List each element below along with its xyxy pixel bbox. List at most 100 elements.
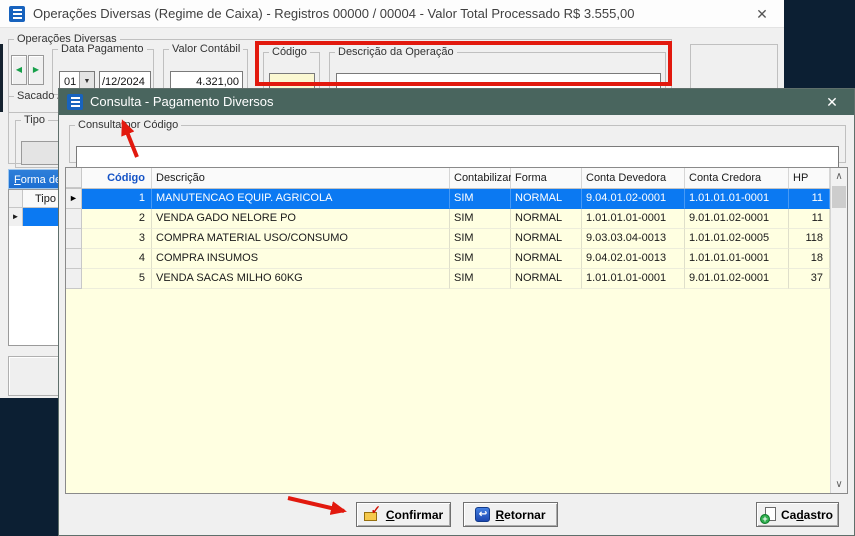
table-row[interactable]: ►1MANUTENCAO EQUIP. AGRICOLASIMNORMAL9.0… — [66, 189, 830, 209]
cell-credora[interactable]: 9.01.01.02-0001 — [685, 269, 789, 289]
column-header-devedora[interactable]: Conta Devedora — [582, 168, 685, 188]
prev-record-button[interactable]: ◀ — [11, 55, 27, 85]
confirmar-button[interactable]: ✓ Confirmar — [356, 502, 451, 527]
cell-codigo[interactable]: 1 — [82, 189, 152, 209]
table-row[interactable]: 5VENDA SACAS MILHO 60KGSIMNORMAL1.01.01.… — [66, 269, 830, 289]
annotation-rectangle — [255, 41, 672, 86]
cell-credora[interactable]: 1.01.01.01-0001 — [685, 249, 789, 269]
desktop: { "colors": { "desktop_bg": "#0c1f33", "… — [0, 0, 855, 536]
row-pointer-icon: ► — [9, 208, 23, 226]
tipo-label: Tipo — [21, 114, 48, 126]
cell-hp[interactable]: 18 — [789, 249, 830, 269]
app-icon — [9, 6, 25, 22]
table-row[interactable]: 4COMPRA INSUMOSSIMNORMAL9.04.02.01-00131… — [66, 249, 830, 269]
form-glyph — [71, 97, 80, 107]
cadastro-button[interactable]: + Cadastro — [756, 502, 839, 527]
cell-contabilizar[interactable]: SIM — [450, 229, 511, 249]
dialog-title: Consulta - Pagamento Diversos — [90, 89, 274, 115]
valor-contabil-label: Valor Contábil — [169, 43, 243, 55]
cell-devedora[interactable]: 9.04.01.02-0001 — [582, 189, 685, 209]
marker-column-header — [66, 168, 82, 188]
cell-codigo[interactable]: 5 — [82, 269, 152, 289]
cell-forma[interactable]: NORMAL — [511, 209, 582, 229]
next-record-button[interactable]: ▶ — [28, 55, 44, 85]
column-header-hp[interactable]: HP — [789, 168, 830, 188]
cell-credora[interactable]: 1.01.01.02-0005 — [685, 229, 789, 249]
group-extra — [690, 44, 778, 92]
table-row[interactable]: 2VENDA GADO NELORE POSIMNORMAL1.01.01.01… — [66, 209, 830, 229]
cell-forma[interactable]: NORMAL — [511, 229, 582, 249]
cell-contabilizar[interactable]: SIM — [450, 249, 511, 269]
grid-header: CódigoDescriçãoContabilizarFormaConta De… — [66, 168, 830, 189]
consulta-codigo-label: Consulta por Código — [75, 119, 181, 131]
mini-marker-header — [9, 190, 23, 207]
cell-codigo[interactable]: 2 — [82, 209, 152, 229]
cell-descricao[interactable]: VENDA SACAS MILHO 60KG — [152, 269, 450, 289]
column-header-forma[interactable]: Forma — [511, 168, 582, 188]
sacado-label: Sacado / — [14, 90, 63, 102]
return-icon: ↩ — [475, 507, 490, 522]
form-glyph — [13, 9, 22, 19]
cell-forma[interactable]: NORMAL — [511, 269, 582, 289]
row-marker — [66, 209, 82, 229]
table-row[interactable]: 3COMPRA MATERIAL USO/CONSUMOSIMNORMAL9.0… — [66, 229, 830, 249]
cell-devedora[interactable]: 1.01.01.01-0001 — [582, 269, 685, 289]
new-record-icon: + — [762, 507, 776, 522]
confirmar-label: Confirmar — [386, 508, 443, 522]
consulta-dialog: Consulta - Pagamento Diversos ✕ Consulta… — [58, 88, 855, 536]
grid-main: CódigoDescriçãoContabilizarFormaConta De… — [66, 168, 830, 493]
cell-codigo[interactable]: 4 — [82, 249, 152, 269]
operations-grid: CódigoDescriçãoContabilizarFormaConta De… — [65, 167, 848, 494]
prev-arrow-icon: ◀ — [16, 66, 22, 74]
dialog-close-icon[interactable]: ✕ — [822, 89, 842, 115]
scrollbar-thumb[interactable] — [832, 186, 846, 208]
main-titlebar: Operações Diversas (Regime de Caixa) - R… — [0, 0, 784, 28]
cell-descricao[interactable]: COMPRA INSUMOS — [152, 249, 450, 269]
cell-credora[interactable]: 1.01.01.01-0001 — [685, 189, 789, 209]
cell-hp[interactable]: 118 — [789, 229, 830, 249]
cell-descricao[interactable]: COMPRA MATERIAL USO/CONSUMO — [152, 229, 450, 249]
row-marker: ► — [66, 189, 82, 209]
cell-devedora[interactable]: 9.04.02.01-0013 — [582, 249, 685, 269]
dialog-titlebar: Consulta - Pagamento Diversos ✕ — [59, 89, 854, 115]
row-marker — [66, 269, 82, 289]
forma-header-rest: orma de — [21, 174, 61, 186]
cell-descricao[interactable]: VENDA GADO NELORE PO — [152, 209, 450, 229]
column-header-credora[interactable]: Conta Credora — [685, 168, 789, 188]
column-header-contabilizar[interactable]: Contabilizar — [450, 168, 511, 188]
data-pagamento-label: Data Pagamento — [58, 43, 147, 55]
retornar-button[interactable]: ↩ Retornar — [463, 502, 558, 527]
scroll-down-icon[interactable]: ∨ — [831, 476, 847, 493]
retornar-label: Retornar — [495, 508, 545, 522]
row-marker — [66, 249, 82, 269]
group-consulta-codigo: Consulta por Código — [69, 119, 846, 163]
cell-hp[interactable]: 37 — [789, 269, 830, 289]
cell-descricao[interactable]: MANUTENCAO EQUIP. AGRICOLA — [152, 189, 450, 209]
main-window-title: Operações Diversas (Regime de Caixa) - R… — [33, 0, 634, 28]
plus-icon: + — [760, 514, 770, 524]
dialog-icon — [67, 94, 83, 110]
cell-credora[interactable]: 9.01.01.02-0001 — [685, 209, 789, 229]
cell-forma[interactable]: NORMAL — [511, 249, 582, 269]
row-marker — [66, 229, 82, 249]
scroll-up-icon[interactable]: ∧ — [831, 168, 847, 185]
next-arrow-icon: ▶ — [33, 66, 39, 74]
main-close-icon[interactable]: ✕ — [750, 0, 774, 28]
search-input[interactable] — [76, 146, 839, 168]
cell-hp[interactable]: 11 — [789, 209, 830, 229]
cell-codigo[interactable]: 3 — [82, 229, 152, 249]
column-header-descricao[interactable]: Descrição — [152, 168, 450, 188]
cell-devedora[interactable]: 9.03.03.04-0013 — [582, 229, 685, 249]
grid-body: ►1MANUTENCAO EQUIP. AGRICOLASIMNORMAL9.0… — [66, 189, 830, 289]
cell-contabilizar[interactable]: SIM — [450, 209, 511, 229]
forma-header-key: F — [14, 174, 21, 186]
cell-hp[interactable]: 11 — [789, 189, 830, 209]
cell-contabilizar[interactable]: SIM — [450, 189, 511, 209]
cell-devedora[interactable]: 1.01.01.01-0001 — [582, 209, 685, 229]
cadastro-label: Cadastro — [781, 508, 833, 522]
cell-forma[interactable]: NORMAL — [511, 189, 582, 209]
cell-contabilizar[interactable]: SIM — [450, 269, 511, 289]
vertical-scrollbar[interactable]: ∧ ∨ — [830, 168, 847, 493]
column-header-codigo[interactable]: Código — [82, 168, 152, 188]
window-edge — [0, 44, 3, 112]
